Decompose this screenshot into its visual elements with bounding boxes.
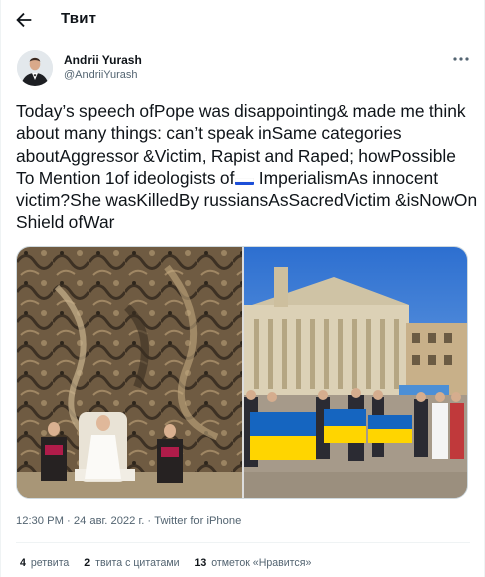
likes-stat[interactable]: 13 отметок «Нравится» — [195, 557, 312, 569]
divider — [16, 542, 470, 543]
author-handle[interactable]: @AndriiYurash — [64, 69, 138, 81]
author-name[interactable]: Andrii Yurash — [64, 53, 142, 67]
tweet-meta: 12:30 PM · 24 авг. 2022 г. · Twitter for… — [16, 515, 241, 527]
tweet-time[interactable]: 12:30 PM — [16, 515, 64, 527]
back-arrow-icon[interactable] — [13, 9, 35, 31]
photo-vatican-flags[interactable] — [244, 247, 467, 498]
retweets-stat[interactable]: 4 ретвита — [20, 557, 69, 569]
avatar-image — [17, 50, 53, 86]
likes-count: 13 — [194, 557, 207, 569]
likes-label: отметок «Нравится» — [211, 557, 312, 569]
tweet-date[interactable]: 24 авг. 2022 г. — [74, 515, 144, 527]
top-bar: Твит — [1, 0, 485, 40]
tweet-source[interactable]: Twitter for iPhone — [154, 515, 241, 527]
russia-flag-icon — [235, 173, 255, 185]
quotes-label: твита с цитатами — [95, 557, 180, 569]
retweets-count: 4 — [20, 557, 26, 569]
tweet-media — [16, 246, 468, 499]
tweet-stats: 4 ретвита 2 твита с цитатами 13 отметок … — [20, 557, 323, 569]
author-avatar[interactable] — [17, 50, 53, 86]
tweet-page: Твит Andrii Yurash @AndriiYurash Today’s… — [0, 0, 485, 577]
quotes-count: 2 — [84, 557, 91, 569]
retweets-label: ретвита — [30, 557, 70, 569]
photo-pope-audience[interactable] — [17, 247, 242, 498]
quotes-stat[interactable]: 2 твита с цитатами — [84, 557, 179, 569]
page-title: Твит — [61, 10, 97, 27]
tweet-text: Today’s speech ofPope was disappointing&… — [16, 100, 478, 234]
meta-separator: · — [63, 515, 74, 527]
meta-separator: · — [144, 515, 155, 527]
more-options-icon[interactable] — [451, 50, 471, 68]
